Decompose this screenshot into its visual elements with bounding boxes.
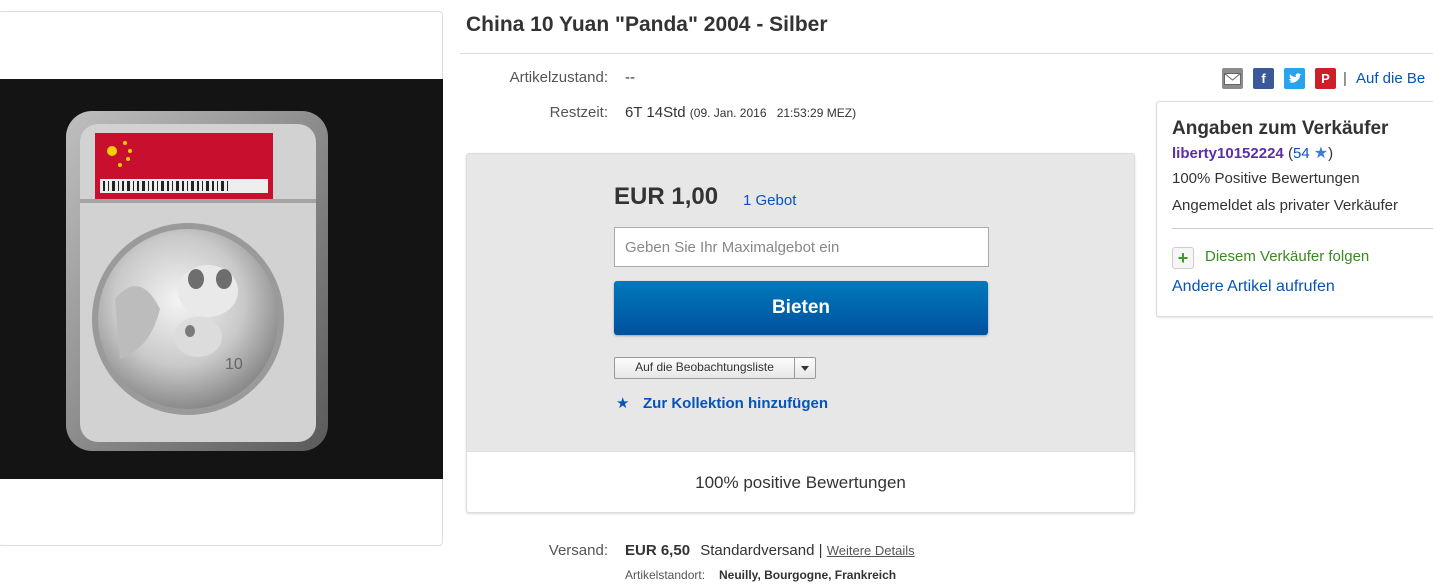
shipping-value: EUR 6,50 Standardversand | Weitere Detai… xyxy=(625,542,915,559)
bird-glyph xyxy=(1288,72,1302,83)
star-icon: ★ xyxy=(616,395,630,412)
shipping-cost: EUR 6,50 xyxy=(625,542,691,559)
seller-divider xyxy=(1172,228,1433,229)
shipping-label: Versand: xyxy=(548,542,608,559)
facebook-icon[interactable]: f xyxy=(1253,68,1274,89)
feedback-score-link[interactable]: 54 xyxy=(1293,145,1310,162)
bid-button[interactable]: Bieten xyxy=(614,281,988,335)
product-image[interactable]: 10 xyxy=(0,79,443,479)
seller-username-link[interactable]: liberty10152224 xyxy=(1172,145,1284,162)
seller-positive: 100% Positive Bewertungen xyxy=(1172,170,1360,187)
shipping-separator: | xyxy=(818,542,823,559)
shipping-method: Standardversand xyxy=(700,542,815,559)
shipping-details-link[interactable]: Weitere Details xyxy=(827,543,915,558)
end-time: 21:53:29 MEZ) xyxy=(776,106,857,120)
bid-count-link[interactable]: 1 Gebot xyxy=(743,192,796,209)
listing-title: China 10 Yuan "Panda" 2004 - Silber xyxy=(466,13,828,36)
triangle-glyph xyxy=(801,365,809,371)
chevron-down-icon[interactable] xyxy=(795,358,815,378)
seller-card: Angaben zum Verkäufer liberty10152224 (5… xyxy=(1156,101,1433,317)
current-price: EUR 1,00 xyxy=(614,183,719,210)
time-left: 6T 14Std xyxy=(625,104,686,121)
title-divider xyxy=(460,53,1433,54)
seller-info: liberty10152224 (54 ★) xyxy=(1172,143,1333,163)
watchlist-dropdown[interactable]: Auf die Beobachtungsliste xyxy=(614,357,816,379)
watch-link-top[interactable]: Auf die Be xyxy=(1356,70,1425,87)
pinterest-icon[interactable]: P xyxy=(1315,68,1336,89)
seller-type: Angemeldet als privater Verkäufer xyxy=(1172,197,1398,214)
condition-value: -- xyxy=(625,69,635,86)
location-value: Neuilly, Bourgogne, Frankreich xyxy=(719,568,897,582)
share-separator: | xyxy=(1343,70,1347,87)
bid-box: EUR 1,00 1 Gebot Bieten Auf die Beobacht… xyxy=(466,153,1135,513)
svg-text:10: 10 xyxy=(225,356,243,373)
condition-label: Artikelzustand: xyxy=(509,69,608,86)
other-items-link[interactable]: Andere Artikel aufrufen xyxy=(1172,278,1335,296)
score-close-paren: ) xyxy=(1328,145,1334,162)
envelope-glyph xyxy=(1224,72,1241,85)
add-to-collection-link[interactable]: Zur Kollektion hinzufügen xyxy=(643,395,828,412)
time-left-label: Restzeit: xyxy=(549,104,608,121)
star-icon: ★ xyxy=(1313,145,1329,162)
plus-icon[interactable]: + xyxy=(1172,247,1194,269)
max-bid-input[interactable] xyxy=(614,227,989,267)
seller-heading: Angaben zum Verkäufer xyxy=(1172,118,1389,139)
follow-seller-link[interactable]: Diesem Verkäufer folgen xyxy=(1205,248,1369,265)
coin-slab-illustration: 10 xyxy=(0,79,443,479)
location-label: Artikelstandort: xyxy=(625,568,706,582)
twitter-icon[interactable] xyxy=(1284,68,1305,89)
positive-rating: 100% positive Bewertungen xyxy=(695,473,906,492)
end-date: (09. Jan. 2016 xyxy=(689,106,767,120)
watchlist-button[interactable]: Auf die Beobachtungsliste xyxy=(615,358,795,378)
email-icon[interactable] xyxy=(1222,68,1243,89)
time-left-value: 6T 14Std (09. Jan. 2016 21:53:29 MEZ) xyxy=(625,104,856,121)
